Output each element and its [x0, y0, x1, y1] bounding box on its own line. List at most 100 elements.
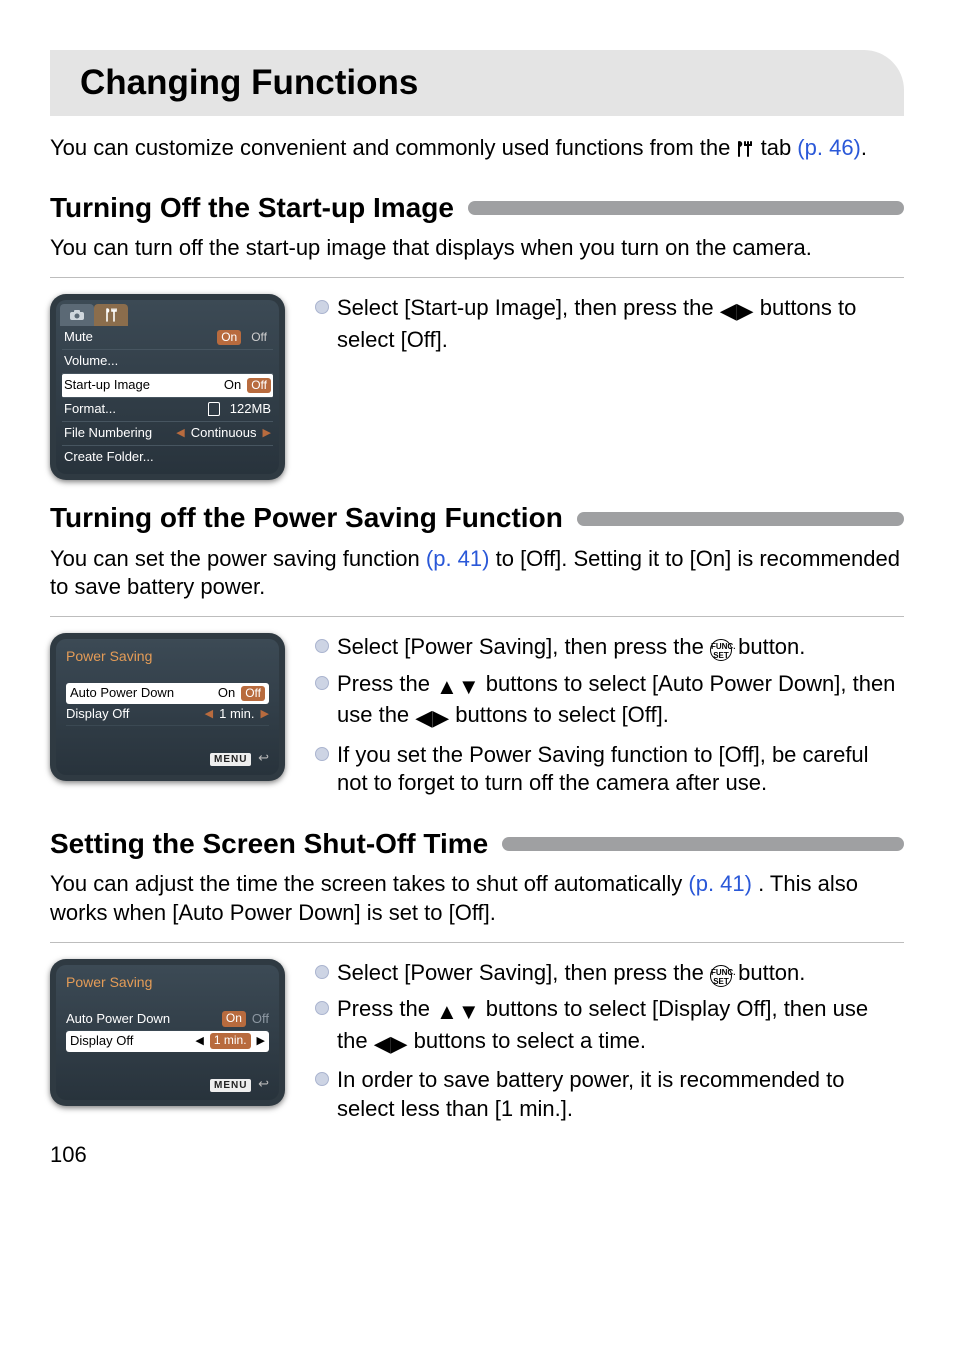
- chevron-right-icon: ▶: [257, 1034, 265, 1048]
- section-startup-image: Turning Off the Start-up Image You can t…: [50, 190, 904, 480]
- chevron-left-icon: ◀: [176, 426, 184, 440]
- intro-text: You can customize convenient and commonl…: [50, 134, 904, 163]
- section-title-row: Turning Off the Start-up Image: [50, 190, 904, 226]
- row-auto-power-down[interactable]: Auto Power Down On Off: [66, 683, 269, 704]
- menu-row-format[interactable]: Format... 122MB: [62, 398, 273, 422]
- section-title: Setting the Screen Shut-Off Time: [50, 826, 488, 862]
- opt-on-selected: On: [222, 1011, 246, 1027]
- intro-period: .: [861, 135, 867, 160]
- opt-off-selected: Off: [241, 686, 265, 702]
- menu-button-label[interactable]: MENU: [210, 753, 251, 766]
- left-right-arrows-icon: ◀▶: [374, 1030, 408, 1059]
- opt-off: Off: [247, 330, 271, 346]
- text: Press the: [337, 996, 436, 1021]
- menu-row-mute[interactable]: Mute On Off: [62, 326, 273, 350]
- text: You can set the power saving function: [50, 546, 426, 571]
- back-icon: ↩: [258, 1076, 269, 1091]
- text: Press the: [337, 671, 436, 696]
- chevron-right-icon: ▶: [261, 707, 269, 721]
- screen-title: Power Saving: [56, 639, 279, 683]
- text: button.: [738, 634, 805, 659]
- section-body: You can turn off the start-up image that…: [50, 234, 904, 263]
- back-icon: ↩: [258, 750, 269, 765]
- chevron-right-icon: ▶: [263, 426, 271, 440]
- bullet: Select [Power Saving], then press the FU…: [315, 959, 904, 988]
- bullet: If you set the Power Saving function to …: [315, 741, 904, 798]
- intro-ref: (p. 46): [797, 135, 861, 160]
- menu-row-create-folder[interactable]: Create Folder...: [62, 446, 273, 469]
- divider: [50, 277, 904, 278]
- left-right-arrows-icon: ◀▶: [415, 704, 449, 733]
- up-down-arrows-icon: ▲▼: [436, 998, 480, 1027]
- bullet-dot-icon: [315, 639, 329, 653]
- tab-camera[interactable]: [60, 304, 94, 326]
- section-title-bar: [468, 201, 904, 215]
- opt-off-selected: Off: [247, 378, 271, 394]
- tab-tools[interactable]: [94, 304, 128, 326]
- text: If you set the Power Saving function to …: [337, 741, 904, 798]
- label: Format...: [64, 401, 116, 418]
- bullet-dot-icon: [315, 747, 329, 761]
- row-display-off[interactable]: Display Off ◀ 1 min. ▶: [66, 1031, 269, 1052]
- label: Mute: [64, 329, 93, 346]
- tools-icon: [104, 308, 118, 322]
- tabs: [56, 300, 279, 326]
- label: Display Off: [66, 706, 199, 723]
- section-content: Power Saving Auto Power Down On Off Disp…: [50, 633, 904, 806]
- page-ref: (p. 41): [688, 871, 752, 896]
- camera-icon: [69, 309, 85, 321]
- divider: [50, 942, 904, 943]
- section-content: Power Saving Auto Power Down On Off Disp…: [50, 959, 904, 1132]
- section-title: Turning off the Power Saving Function: [50, 500, 563, 536]
- sd-card-icon: [208, 402, 220, 416]
- opt-on: On: [218, 685, 235, 702]
- value-selected: 1 min.: [210, 1033, 251, 1049]
- menu-row-volume[interactable]: Volume...: [62, 350, 273, 374]
- section-content: Mute On Off Volume... Start-up Image: [50, 294, 904, 480]
- section-title-row: Turning off the Power Saving Function: [50, 500, 904, 536]
- page-title-block: Changing Functions: [50, 50, 904, 116]
- intro-pre: You can customize convenient and commonl…: [50, 135, 736, 160]
- text: button.: [738, 960, 805, 985]
- tools-icon: [736, 140, 754, 158]
- screen-title: Power Saving: [56, 965, 279, 1009]
- screenshot-settings-menu: Mute On Off Volume... Start-up Image: [50, 294, 285, 480]
- row-auto-power-down[interactable]: Auto Power Down On Off: [66, 1009, 269, 1031]
- value: 1 min.: [219, 706, 254, 723]
- bullet: Press the ▲▼ buttons to select [Display …: [315, 995, 904, 1058]
- section-body: You can set the power saving function (p…: [50, 545, 904, 602]
- up-down-arrows-icon: ▲▼: [436, 673, 480, 702]
- section-screen-shutoff: Setting the Screen Shut-Off Time You can…: [50, 826, 904, 1132]
- func-set-button-icon: FUNC.SET: [710, 639, 732, 661]
- divider: [50, 616, 904, 617]
- text: Select [Start-up Image], then press the: [337, 295, 720, 320]
- menu-row-file-numbering[interactable]: File Numbering ◀Continuous▶: [62, 422, 273, 446]
- section-title-row: Setting the Screen Shut-Off Time: [50, 826, 904, 862]
- label: Auto Power Down: [66, 1011, 216, 1028]
- section-title-bar: [577, 512, 904, 526]
- opt-on: On: [224, 377, 241, 394]
- chevron-left-icon: ◀: [205, 707, 213, 721]
- bullet-dot-icon: [315, 965, 329, 979]
- row-display-off[interactable]: Display Off ◀ 1 min. ▶: [66, 704, 269, 726]
- value: 122MB: [230, 401, 271, 418]
- text: buttons to select [Off].: [455, 702, 669, 727]
- bullet: In order to save battery power, it is re…: [315, 1066, 904, 1123]
- section-title: Turning Off the Start-up Image: [50, 190, 454, 226]
- section-title-bar: [502, 837, 904, 851]
- text: buttons to select a time.: [414, 1028, 646, 1053]
- bullet-dot-icon: [315, 1001, 329, 1015]
- text: Select [Power Saving], then press the: [337, 960, 710, 985]
- bullet: Select [Start-up Image], then press the …: [315, 294, 904, 354]
- bullet: Select [Power Saving], then press the FU…: [315, 633, 904, 662]
- page-number: 106: [50, 1141, 87, 1170]
- chevron-left-icon: ◀: [195, 1034, 203, 1048]
- text: Select [Power Saving], then press the: [337, 634, 710, 659]
- page-ref: (p. 41): [426, 546, 490, 571]
- bullet: Press the ▲▼ buttons to select [Auto Pow…: [315, 670, 904, 733]
- left-right-arrows-icon: ◀▶: [720, 297, 754, 326]
- label: Create Folder...: [64, 449, 154, 466]
- menu-row-startup-image[interactable]: Start-up Image On Off: [62, 374, 273, 398]
- label: Volume...: [64, 353, 118, 370]
- menu-button-label[interactable]: MENU: [210, 1079, 251, 1092]
